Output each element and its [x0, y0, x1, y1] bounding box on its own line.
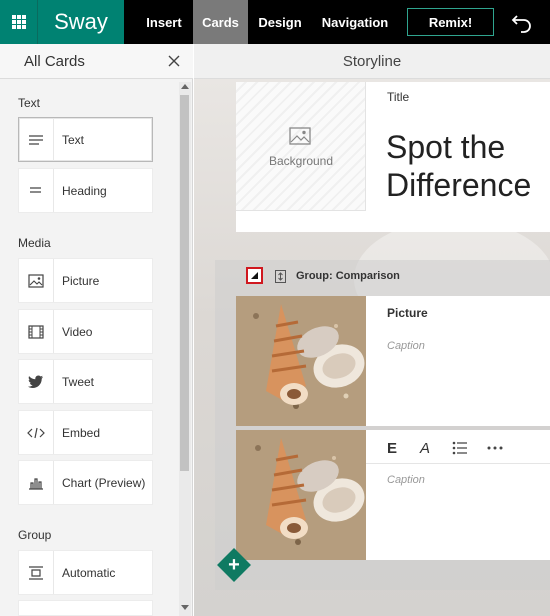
background-label: Background	[268, 154, 334, 168]
tab-cards[interactable]: Cards	[193, 0, 248, 44]
picture-card-label: Picture	[387, 306, 428, 320]
group-icon	[275, 270, 286, 283]
group-label: Group: Comparison	[296, 270, 400, 282]
panel-scroll-thumb[interactable]	[180, 95, 189, 471]
card-heading-label: Heading	[62, 183, 107, 198]
shell-image-2	[236, 430, 366, 560]
card-picture[interactable]: Picture	[18, 258, 153, 303]
card-automatic[interactable]: Automatic	[18, 550, 153, 595]
title-text[interactable]: Spot the Difference	[386, 128, 550, 204]
section-group-label: Group	[18, 528, 52, 542]
undo-button[interactable]	[510, 10, 536, 34]
app-launcher-button[interactable]	[0, 0, 38, 44]
storyline-title: Storyline	[342, 53, 402, 70]
group-collapse-toggle[interactable]	[246, 267, 263, 284]
storyline-header: Storyline	[194, 44, 550, 79]
card-embed-label: Embed	[62, 425, 101, 440]
scroll-down-icon[interactable]	[181, 605, 189, 610]
plus-icon[interactable]: +	[222, 553, 246, 577]
video-icon	[19, 310, 54, 353]
picture-placeholder-icon	[289, 127, 311, 145]
heading-icon	[19, 169, 54, 212]
undo-icon	[511, 15, 531, 33]
card-picture-label: Picture	[62, 273, 100, 288]
card-partial[interactable]	[18, 600, 153, 616]
waffle-icon	[11, 15, 26, 29]
embed-icon	[19, 411, 54, 454]
emphasis-button[interactable]: E	[387, 440, 397, 457]
card-tweet[interactable]: Tweet	[18, 359, 153, 404]
shell-picture-1[interactable]	[236, 296, 366, 426]
cards-panel-header: All Cards	[0, 44, 193, 79]
tab-design[interactable]: Design	[248, 0, 312, 44]
card-video[interactable]: Video	[18, 309, 153, 354]
title-card-label: Title	[387, 90, 410, 104]
shell-image-1	[236, 296, 366, 426]
card-heading[interactable]: Heading	[18, 168, 153, 213]
shell-picture-2[interactable]	[236, 430, 366, 560]
text-icon	[19, 118, 54, 161]
close-icon[interactable]	[167, 54, 181, 68]
card-automatic-label: Automatic	[62, 565, 116, 580]
card-video-label: Video	[62, 324, 93, 339]
background-slot[interactable]	[236, 82, 366, 211]
card-tweet-label: Tweet	[62, 374, 95, 389]
chart-icon	[19, 461, 54, 504]
caption-field-1[interactable]: Caption	[387, 340, 425, 352]
cards-panel-title: All Cards	[24, 53, 85, 70]
section-text-label: Text	[18, 96, 41, 110]
card-chart[interactable]: Chart (Preview)	[18, 460, 153, 505]
card-chart-label: Chart (Preview)	[62, 475, 146, 490]
toolbar-divider	[366, 463, 550, 464]
tab-insert[interactable]: Insert	[135, 0, 193, 44]
app-brand: Sway	[38, 0, 124, 44]
bullet-list-icon[interactable]	[452, 441, 468, 455]
remix-button[interactable]: Remix!	[407, 8, 494, 36]
picture-icon	[19, 259, 54, 302]
more-options-icon[interactable]	[487, 445, 503, 451]
scroll-up-icon[interactable]	[181, 84, 189, 89]
section-media-label: Media	[18, 236, 51, 250]
tab-navigation[interactable]: Navigation	[312, 0, 398, 44]
automatic-icon	[19, 551, 54, 594]
card-text-label: Text	[62, 132, 85, 147]
twitter-icon	[19, 360, 54, 403]
accent-button[interactable]: A	[420, 440, 430, 457]
caption-field-2[interactable]: Caption	[387, 474, 425, 486]
card-embed[interactable]: Embed	[18, 410, 153, 455]
card-text[interactable]: Text	[18, 117, 153, 162]
